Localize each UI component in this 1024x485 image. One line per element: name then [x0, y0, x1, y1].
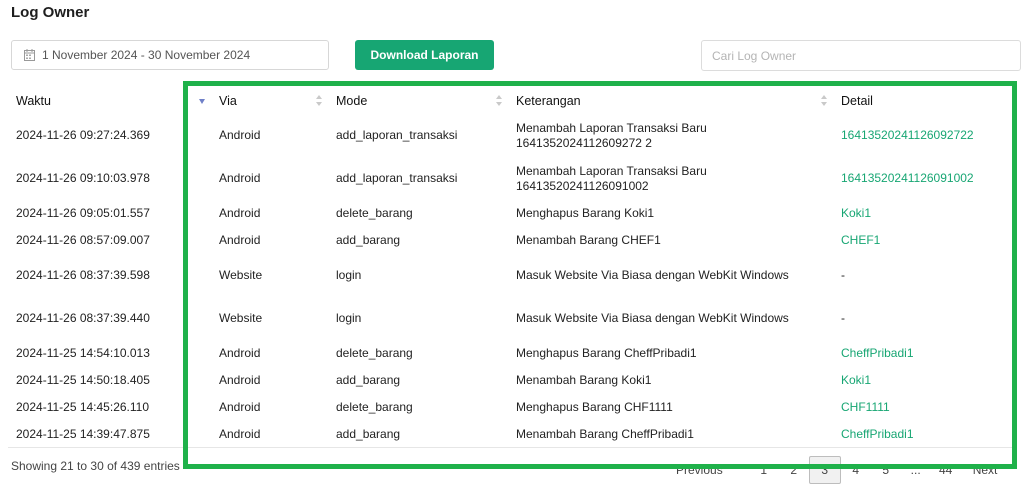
cell-via: Android — [219, 400, 261, 414]
cell-waktu: 2024-11-26 09:10:03.978 — [16, 171, 150, 185]
sort-icon — [316, 95, 322, 106]
pagination-page-4[interactable]: 4 — [841, 463, 871, 477]
search-input[interactable] — [701, 40, 1021, 71]
detail-link[interactable]: 16413520241126092722 — [841, 128, 974, 142]
pagination-ellipsis: ... — [910, 463, 921, 477]
table-row: 2024-11-26 08:37:39.598 Website login Ma… — [8, 254, 1016, 297]
detail-link[interactable]: Koki1 — [841, 206, 871, 220]
pagination: Previous 1 2 3 4 5 ... 44 Next — [676, 456, 997, 484]
table-row: 2024-11-25 14:54:10.013 Android delete_b… — [8, 340, 1016, 367]
cell-via: Website — [219, 268, 263, 282]
cell-waktu: 2024-11-25 14:39:47.875 — [16, 427, 150, 441]
cell-keterangan: Menghapus Barang Koki1 — [516, 206, 655, 220]
pagination-page-1[interactable]: 1 — [749, 463, 779, 477]
cell-mode: add_laporan_transaksi — [336, 171, 458, 185]
detail-link[interactable]: CheffPribadi1 — [841, 427, 914, 441]
sort-desc-icon — [199, 99, 205, 104]
pagination-page-5[interactable]: 5 — [871, 463, 901, 477]
cell-waktu: 2024-11-26 08:37:39.440 — [16, 311, 150, 325]
cell-detail: CHEF1 — [833, 227, 1016, 254]
cell-mode: add_barang — [336, 373, 401, 387]
table-row: 2024-11-25 14:45:26.110 Android delete_b… — [8, 394, 1016, 421]
cell-detail: CheffPribadi1 — [833, 421, 1016, 448]
column-header-via[interactable]: Via — [199, 88, 328, 114]
pagination-page-2[interactable]: 2 — [779, 463, 809, 477]
cell-detail: CHF1111 — [833, 394, 1016, 421]
cell-waktu: 2024-11-26 08:57:09.007 — [16, 233, 150, 247]
table-row: 2024-11-26 09:10:03.978 Android add_lapo… — [8, 157, 1016, 200]
cell-keterangan: Menambah Laporan Transaksi Baru 16413520… — [516, 163, 707, 193]
cell-via: Android — [219, 346, 261, 360]
cell-detail: - — [841, 311, 845, 325]
cell-detail: 16413520241126091002 — [833, 157, 1016, 200]
table-row: 2024-11-26 08:37:39.440 Website login Ma… — [8, 297, 1016, 340]
sort-icon — [821, 95, 827, 106]
cell-detail: 16413520241126092722 — [833, 114, 1016, 157]
cell-keterangan: Menambah Barang Koki1 — [516, 373, 652, 387]
detail-link[interactable]: CheffPribadi1 — [841, 346, 914, 360]
cell-via: Android — [219, 427, 261, 441]
cell-waktu: 2024-11-26 09:27:24.369 — [16, 128, 150, 142]
calendar-icon — [24, 49, 35, 61]
column-header-waktu[interactable]: Waktu — [8, 88, 211, 114]
pagination-next[interactable]: Next — [973, 463, 998, 477]
cell-via: Android — [219, 128, 261, 142]
cell-via: Android — [219, 233, 261, 247]
cell-keterangan: Menambah Barang CheffPribadi1 — [516, 427, 694, 441]
entries-info: Showing 21 to 30 of 439 entries — [11, 459, 180, 473]
cell-mode: delete_barang — [336, 346, 413, 360]
cell-mode: delete_barang — [336, 206, 413, 220]
cell-keterangan: Masuk Website Via Biasa dengan WebKit Wi… — [516, 311, 789, 325]
table-row: 2024-11-26 08:57:09.007 Android add_bara… — [8, 227, 1016, 254]
table-row: 2024-11-25 14:50:18.405 Android add_bara… — [8, 367, 1016, 394]
cell-waktu: 2024-11-25 14:50:18.405 — [16, 373, 150, 387]
log-table: Waktu Via Mode Keterangan Detail 2024-11… — [8, 88, 1016, 448]
table-row: 2024-11-26 09:05:01.557 Android delete_b… — [8, 200, 1016, 227]
cell-waktu: 2024-11-26 08:37:39.598 — [16, 268, 150, 282]
table-bottom-divider — [8, 447, 1016, 448]
detail-link[interactable]: CHEF1 — [841, 233, 880, 247]
cell-keterangan: Menghapus Barang CHF1111 — [516, 400, 673, 414]
cell-via: Android — [219, 171, 261, 185]
column-header-detail[interactable]: Detail — [833, 88, 1016, 114]
cell-via: Android — [219, 373, 261, 387]
date-range-text: 1 November 2024 - 30 November 2024 — [42, 48, 251, 62]
cell-mode: add_barang — [336, 427, 401, 441]
detail-link[interactable]: 16413520241126091002 — [841, 171, 974, 185]
download-report-button[interactable]: Download Laporan — [355, 40, 494, 70]
cell-waktu: 2024-11-25 14:54:10.013 — [16, 346, 150, 360]
pagination-previous[interactable]: Previous — [676, 463, 723, 477]
pagination-page-3-active[interactable]: 3 — [808, 456, 841, 484]
cell-waktu: 2024-11-26 09:05:01.557 — [16, 206, 150, 220]
cell-waktu: 2024-11-25 14:45:26.110 — [16, 400, 150, 414]
page-title: Log Owner — [11, 4, 90, 21]
cell-mode: delete_barang — [336, 400, 413, 414]
cell-mode: login — [336, 311, 362, 325]
table-row: 2024-11-25 14:39:47.875 Android add_bara… — [8, 421, 1016, 448]
detail-link[interactable]: CHF1111 — [841, 400, 890, 414]
sort-icon — [496, 95, 502, 106]
cell-detail: Koki1 — [833, 200, 1016, 227]
table-header-row: Waktu Via Mode Keterangan Detail — [8, 88, 1016, 114]
cell-keterangan: Menambah Barang CHEF1 — [516, 233, 661, 247]
table-row: 2024-11-26 09:27:24.369 Android add_lapo… — [8, 114, 1016, 157]
cell-detail: - — [841, 268, 845, 282]
cell-mode: add_laporan_transaksi — [336, 128, 458, 142]
cell-detail: Koki1 — [833, 367, 1016, 394]
cell-keterangan: Menghapus Barang CheffPribadi1 — [516, 346, 697, 360]
cell-via: Website — [219, 311, 263, 325]
pagination-page-44[interactable]: 44 — [931, 463, 961, 477]
cell-mode: add_barang — [336, 233, 401, 247]
column-header-mode[interactable]: Mode — [328, 88, 508, 114]
cell-keterangan: Masuk Website Via Biasa dengan WebKit Wi… — [516, 268, 789, 282]
cell-detail: CheffPribadi1 — [833, 340, 1016, 367]
cell-keterangan: Menambah Laporan Transaksi Baru 16413520… — [516, 120, 707, 150]
cell-mode: login — [336, 268, 362, 282]
cell-via: Android — [219, 206, 261, 220]
column-header-keterangan[interactable]: Keterangan — [508, 88, 833, 114]
date-range-picker[interactable]: 1 November 2024 - 30 November 2024 — [11, 40, 329, 70]
detail-link[interactable]: Koki1 — [841, 373, 871, 387]
